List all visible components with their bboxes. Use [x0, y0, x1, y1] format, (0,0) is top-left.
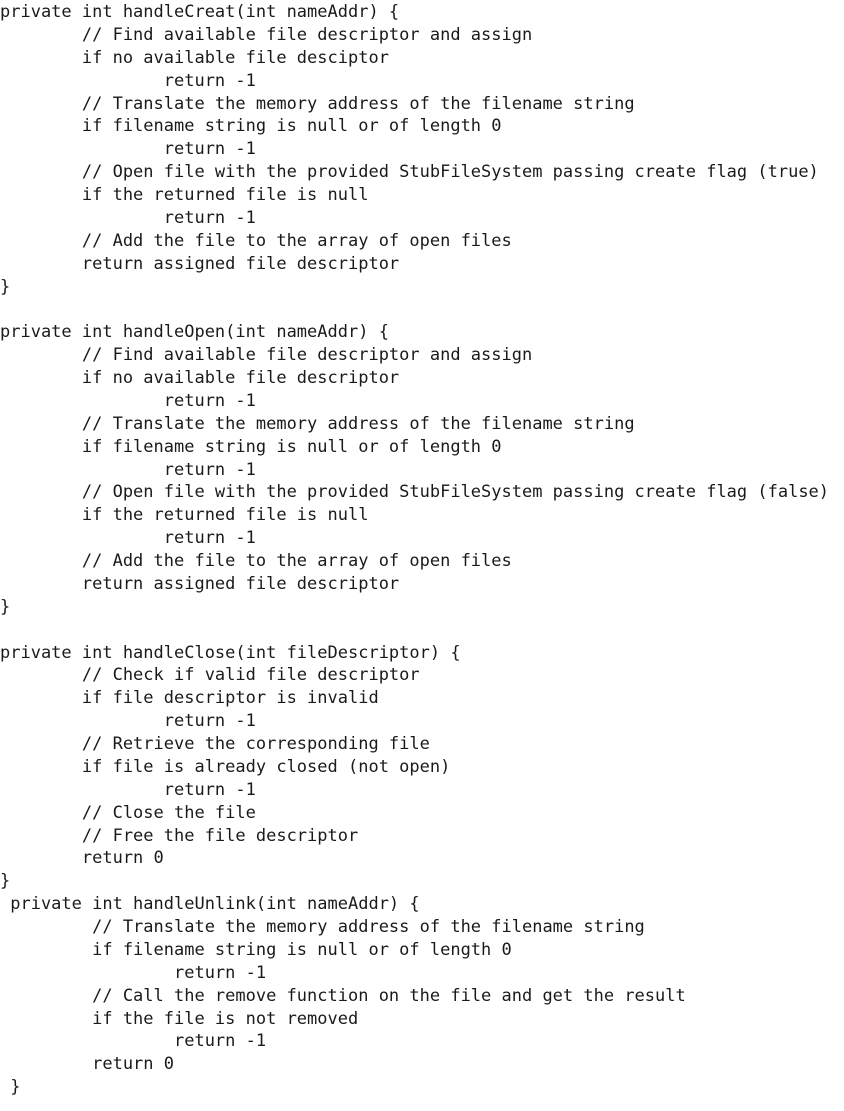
code-line-25: // Add the file to the array of open fil… [0, 551, 512, 571]
code-line-17: if no available file descriptor [0, 368, 400, 388]
code-line-10: return -1 [0, 207, 256, 228]
code-line-26: return assigned file descriptor [0, 573, 400, 594]
code-line-13: } [0, 276, 11, 297]
code-line-12: return assigned file descriptor [0, 253, 400, 274]
code-line-30: // Check if valid file descriptor [0, 665, 420, 686]
code-line-32: return -1 [0, 711, 256, 732]
code-line-4: return -1 [0, 70, 256, 91]
code-line-23: if the returned file is null [0, 505, 369, 526]
code-line-27: } [0, 596, 11, 617]
code-line-37: // Free the file descriptor [0, 825, 359, 846]
code-line-45: if the file is not removed [0, 1008, 359, 1029]
code-line-21: return -1 [0, 459, 256, 480]
code-line-43: return -1 [0, 962, 267, 983]
code-line-42: if filename string is null or of length … [0, 939, 512, 960]
code-line-22: // Open file with the provided StubFileS… [0, 482, 830, 503]
code-line-15: private int handleOpen(int nameAddr) { [0, 322, 389, 343]
code-line-3: if no available file desciptor [0, 47, 389, 68]
code-line-16: // Find available file descriptor and as… [0, 345, 533, 366]
code-line-18: return -1 [0, 390, 256, 411]
code-line-46: return -1 [0, 1031, 267, 1052]
code-line-41: // Translate the memory address of the f… [0, 917, 645, 937]
code-line-1: private int handleCreat(int nameAddr) { [0, 2, 400, 22]
code-line-31: if file descriptor is invalid [0, 688, 379, 709]
code-line-48: } [0, 1077, 21, 1098]
code-line-35: return -1 [0, 779, 256, 800]
code-line-38: return 0 [0, 848, 164, 869]
code-line-11: // Add the file to the array of open fil… [0, 230, 512, 251]
code-line-36: // Close the file [0, 802, 256, 823]
code-line-24: return -1 [0, 528, 256, 549]
code-line-8: // Open file with the provided StubFileS… [0, 162, 819, 183]
code-line-39: } [0, 871, 11, 892]
code-line-19: // Translate the memory address of the f… [0, 413, 635, 434]
pseudocode-document: private int handleCreat(int nameAddr) { … [0, 0, 844, 1111]
code-line-33: // Retrieve the corresponding file [0, 734, 430, 754]
code-line-40: private int handleUnlink(int nameAddr) { [0, 894, 420, 915]
code-line-9: if the returned file is null [0, 185, 369, 205]
code-line-29: private int handleClose(int fileDescript… [0, 642, 461, 663]
code-line-5: // Translate the memory address of the f… [0, 93, 635, 114]
code-line-44: // Call the remove function on the file … [0, 985, 686, 1006]
code-line-34: if file is already closed (not open) [0, 756, 451, 777]
code-line-47: return 0 [0, 1054, 174, 1075]
code-line-6: if filename string is null or of length … [0, 116, 502, 137]
code-line-20: if filename string is null or of length … [0, 436, 502, 457]
code-line-7: return -1 [0, 139, 256, 160]
code-line-2: // Find available file descriptor and as… [0, 24, 533, 45]
